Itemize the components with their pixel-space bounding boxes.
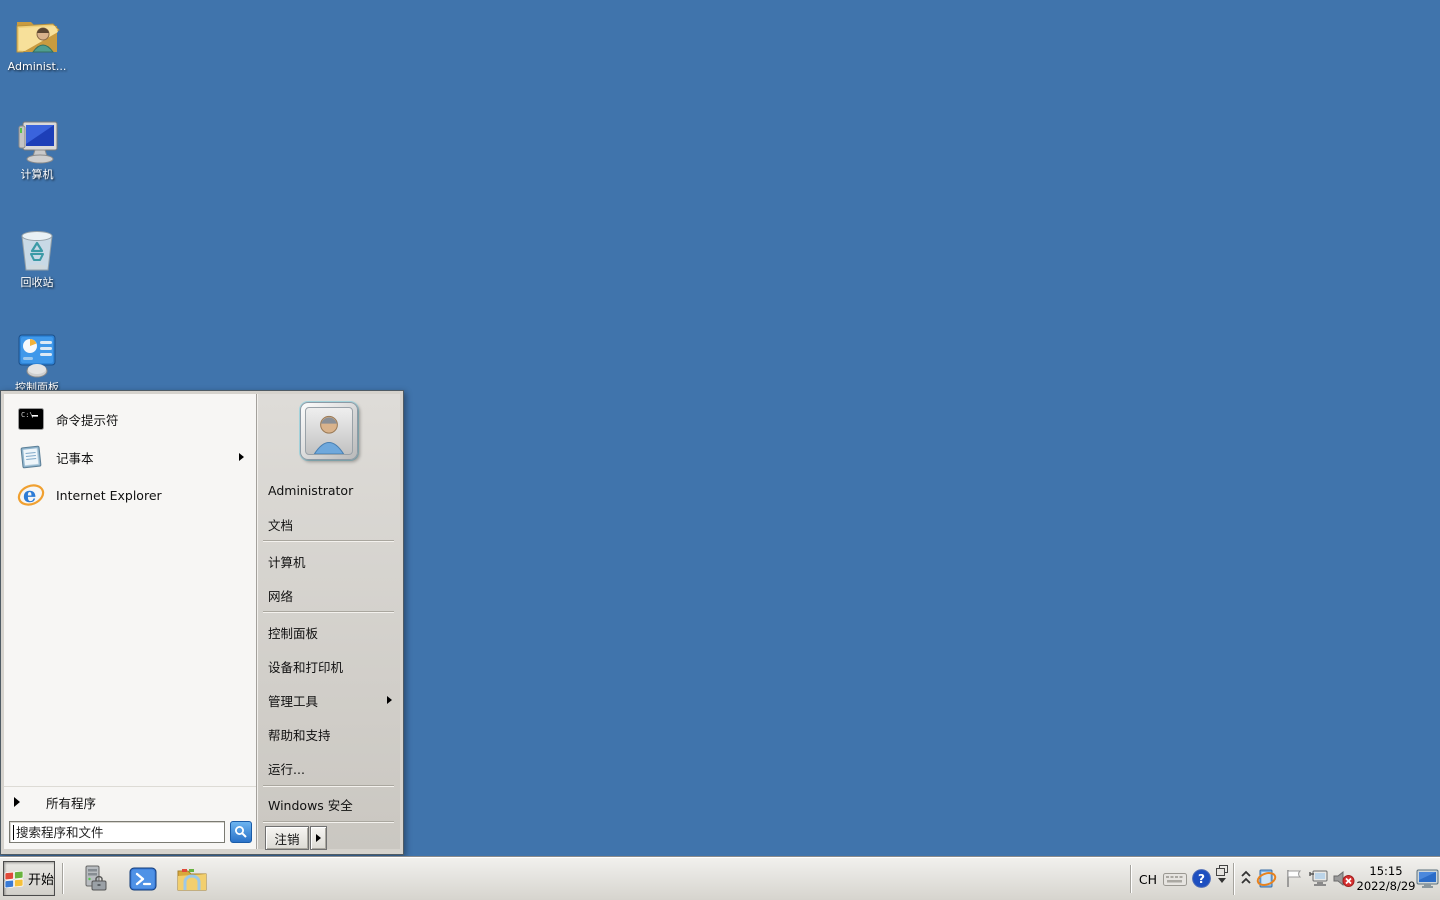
desktop: Administ... 计算机 回收站 [0, 0, 1440, 900]
arrow-right-icon [316, 834, 321, 842]
clock-time: 15:15 [1350, 864, 1422, 879]
start-button-label: 开始 [28, 869, 54, 888]
menu-item-label: 文档 [268, 515, 293, 534]
chevron-down-icon [1218, 878, 1226, 883]
menu-item-internet-explorer[interactable]: e Internet Explorer [4, 476, 256, 514]
desktop-icon-recycle-bin[interactable]: 回收站 [4, 226, 70, 289]
desktop-icon-control-panel[interactable]: 控制面板 [4, 333, 70, 394]
computer-icon [13, 118, 61, 166]
menu-item-command-prompt[interactable]: C:\ 命令提示符 [4, 400, 256, 438]
recycle-bin-icon [14, 226, 60, 274]
menu-item-label: 管理工具 [268, 691, 318, 710]
start-button[interactable]: 开始 [3, 861, 55, 896]
notepad-icon [16, 442, 46, 472]
language-indicator[interactable]: CH [1137, 857, 1159, 900]
menu-item-label: 控制面板 [268, 623, 318, 642]
submenu-arrow-icon [387, 696, 392, 704]
menu-item-label: Windows 安全 [268, 795, 353, 814]
search-button[interactable] [230, 821, 252, 843]
all-programs-item[interactable]: 所有程序 [4, 789, 256, 815]
logoff-options-arrow-button[interactable] [310, 826, 327, 850]
desktop-icon-label: 回收站 [4, 276, 70, 289]
search-row [4, 818, 256, 846]
submenu-arrow-icon [239, 453, 244, 461]
user-avatar-picture-icon [305, 407, 353, 455]
svg-text:C:\: C:\ [21, 411, 34, 419]
text-caret [13, 825, 14, 840]
menu-item-windows-security[interactable]: Windows 安全 [257, 793, 400, 815]
tray-separator [1233, 863, 1235, 895]
menu-item-admin-tools[interactable]: 管理工具 [257, 689, 400, 711]
clock-date: 2022/8/29 [1350, 879, 1422, 894]
taskbar: 开始 [0, 856, 1440, 900]
user-name: Administrator [257, 479, 400, 501]
search-input[interactable] [16, 823, 216, 841]
desktop-icon-label: Administ... [4, 60, 70, 73]
svg-text:e: e [23, 482, 36, 507]
desktop-icon-label: 计算机 [4, 168, 70, 181]
svg-text:?: ? [1198, 872, 1205, 886]
search-icon [234, 825, 248, 839]
show-desktop-monitor-icon[interactable] [1416, 869, 1439, 889]
search-box [9, 821, 225, 843]
taskbar-item-powershell[interactable] [127, 864, 159, 894]
menu-item-label: 帮助和支持 [268, 725, 331, 744]
start-menu: C:\ 命令提示符 [0, 390, 404, 855]
menu-item-notepad[interactable]: 记事本 [4, 438, 256, 476]
administrator-folder-icon [13, 12, 61, 58]
menu-separator [263, 785, 394, 787]
menu-item-computer[interactable]: 计算机 [257, 550, 400, 572]
menu-item-label: 记事本 [56, 448, 94, 467]
show-hidden-icons-chevron[interactable] [1240, 869, 1252, 887]
menu-separator [263, 611, 394, 613]
control-panel-icon [13, 333, 61, 379]
explorer-icon [176, 865, 208, 893]
all-programs-label: 所有程序 [46, 793, 96, 812]
menu-item-run[interactable]: 运行... [257, 757, 400, 779]
menu-item-label: 设备和打印机 [268, 657, 343, 676]
help-icon[interactable]: ? [1192, 869, 1211, 888]
server-manager-icon [79, 864, 109, 894]
menu-item-label: 计算机 [268, 552, 306, 571]
menu-item-devices-printers[interactable]: 设备和打印机 [257, 655, 400, 677]
language-bar-options-button[interactable] [1216, 865, 1228, 883]
keyboard-icon[interactable] [1163, 871, 1187, 886]
logoff-button[interactable]: 注销 [265, 826, 309, 850]
powershell-icon [129, 865, 157, 893]
menu-item-documents[interactable]: 文档 [257, 513, 400, 535]
restore-window-icon [1216, 865, 1228, 876]
desktop-icon-computer[interactable]: 计算机 [4, 118, 70, 181]
menu-separator [4, 786, 256, 787]
menu-item-label: 网络 [268, 586, 293, 605]
start-menu-left-panel: C:\ 命令提示符 [4, 394, 256, 849]
menu-item-control-panel[interactable]: 控制面板 [257, 621, 400, 643]
action-center-flag-icon[interactable] [1284, 868, 1305, 889]
taskbar-item-server-manager[interactable] [78, 864, 110, 894]
start-menu-right-panel: Administrator 文档 计算机 网络 控制面板 设备和打印机 [256, 394, 400, 849]
ie-icon: e [16, 480, 46, 510]
taskbar-item-explorer[interactable] [176, 864, 208, 894]
taskbar-separator [62, 863, 64, 894]
menu-item-network[interactable]: 网络 [257, 584, 400, 606]
logoff-row: 注销 [257, 826, 400, 850]
network-icon[interactable] [1308, 868, 1330, 889]
windows-flag-icon [4, 870, 24, 888]
all-programs-arrow-icon [14, 797, 20, 807]
tray-clock[interactable]: 15:15 2022/8/29 [1350, 864, 1422, 894]
menu-item-label: 运行... [268, 759, 305, 778]
cmd-icon: C:\ [16, 404, 46, 434]
desktop-icon-administrator-folder[interactable]: Administ... [4, 12, 70, 73]
menu-item-label: 命令提示符 [56, 410, 119, 429]
menu-separator [263, 540, 394, 542]
menu-item-label: Internet Explorer [56, 488, 162, 503]
tray-program-icon[interactable] [1256, 868, 1277, 889]
menu-separator [263, 821, 394, 823]
menu-item-help-support[interactable]: 帮助和支持 [257, 723, 400, 745]
user-avatar[interactable] [300, 402, 358, 460]
tray-separator [1130, 865, 1132, 893]
